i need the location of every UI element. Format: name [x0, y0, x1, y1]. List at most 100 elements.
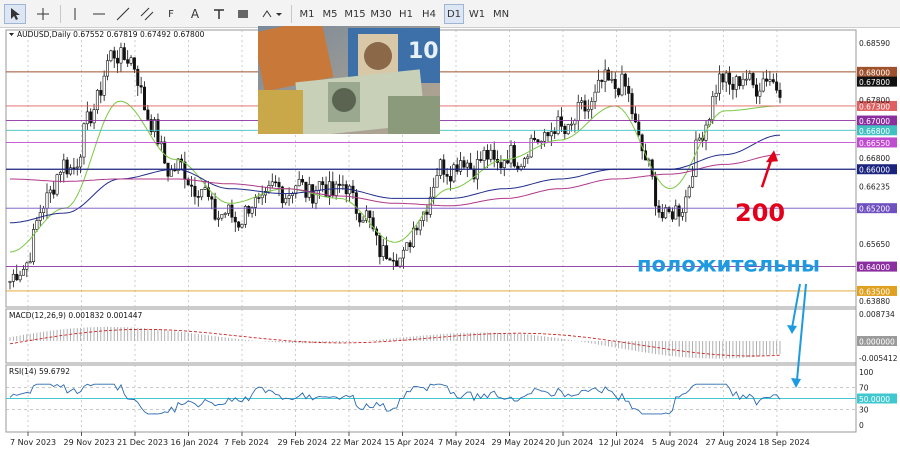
candle-body [28, 261, 32, 264]
price-axis-label: 0.63880 [859, 297, 890, 306]
price-chart[interactable]: 7 Nov 2023 29 Nov 2023 21 Dec 2023 16 Jan 2… [0, 28, 900, 454]
candle-body [253, 197, 257, 208]
candle-body [79, 156, 83, 168]
candle-body [129, 57, 133, 64]
rsi-axis-label: 0 [859, 421, 864, 430]
candle-body [240, 223, 244, 228]
candle-body [314, 190, 318, 204]
candle-body [697, 137, 701, 141]
date-label: 29 May 2024 [492, 438, 544, 447]
candle-body [751, 73, 755, 86]
candle-body [142, 86, 146, 111]
price-axis-label: 0.68590 [859, 39, 890, 48]
candle-body [307, 184, 311, 198]
candle-body [694, 139, 698, 177]
candle-body [11, 273, 15, 282]
timeframe-m15-button[interactable]: M15 [343, 4, 367, 24]
candle-body [388, 258, 392, 261]
candle-body [216, 217, 220, 220]
candle-body [775, 81, 779, 91]
timeframe-mn-button[interactable]: MN [490, 4, 512, 24]
candle-body [368, 210, 372, 218]
timeframe-h4-button[interactable]: H4 [418, 4, 440, 24]
candle-body [237, 221, 241, 228]
level-tag-label: 0.66000 [859, 166, 890, 175]
rsi-axis-label: 100 [859, 368, 874, 377]
candle-body [714, 92, 718, 97]
candle-body [677, 205, 681, 217]
candle-body [35, 220, 39, 230]
candle-body [338, 183, 342, 186]
shapes-menu-button[interactable] [258, 4, 286, 24]
candle-body [102, 75, 106, 96]
horizontal-line-button[interactable] [88, 4, 110, 24]
banknotes-image: 10 [258, 26, 440, 134]
rsi-axis-label: 70 [859, 384, 869, 393]
candle-body [82, 123, 86, 158]
crosshair-tool-button[interactable] [32, 4, 54, 24]
date-label: 5 Aug 2024 [652, 438, 698, 447]
candle-body [664, 207, 668, 219]
text-tool-label: A [190, 7, 200, 21]
candle-body [610, 78, 614, 81]
trendline-button[interactable] [112, 4, 134, 24]
candle-body [482, 149, 486, 161]
candle-body [600, 79, 604, 82]
timeframe-m1-button[interactable]: M1 [297, 4, 317, 24]
candle-body [724, 72, 728, 83]
candle-body [190, 184, 194, 187]
candle-body [435, 175, 439, 188]
candle-body [543, 132, 547, 142]
fibonacci-label: F [168, 8, 174, 20]
candle-body [260, 194, 264, 199]
candle-body [8, 281, 12, 283]
candle-body [196, 196, 200, 198]
candle-body [418, 220, 422, 231]
candle-body [89, 111, 93, 124]
timeframe-label: H4 [422, 8, 436, 20]
date-label: 21 Dec 2023 [117, 438, 168, 447]
macd-axis-label: 0.000000 [859, 338, 895, 347]
candle-body [378, 234, 382, 257]
level-tag-label: 0.67000 [859, 117, 890, 126]
candle-body [580, 100, 584, 103]
date-label: 29 Nov 2023 [64, 438, 115, 447]
timeframe-w1-button[interactable]: W1 [467, 4, 487, 24]
timeframe-m30-button[interactable]: M30 [369, 4, 393, 24]
timeframe-m5-button[interactable]: M5 [319, 4, 341, 24]
timeframe-h1-button[interactable]: H1 [396, 4, 416, 24]
candle-body [556, 116, 560, 134]
candle-body [438, 159, 442, 176]
toolbar-separator [60, 5, 61, 23]
current-price-label: 0.67800 [859, 78, 890, 87]
level-tag-label: 0.65200 [859, 205, 890, 214]
fibonacci-button[interactable]: F [160, 4, 182, 24]
price-axis-label: 0.67800 [859, 96, 890, 105]
candle-body [213, 198, 217, 220]
candle-body [233, 216, 237, 223]
rectangle-button[interactable] [232, 4, 254, 24]
timeframe-label: M5 [322, 8, 338, 20]
candle-body [627, 85, 631, 94]
candle-body [405, 242, 409, 251]
candle-body [499, 162, 503, 168]
macd-axis-label: 0.008734 [859, 310, 895, 319]
positive-annotation: положительны [637, 253, 820, 277]
channel-button[interactable] [136, 4, 158, 24]
text-tool-button[interactable]: A [184, 4, 206, 24]
vertical-line-button[interactable] [64, 4, 86, 24]
candle-body [637, 121, 641, 136]
candle-body [122, 47, 126, 60]
candle-body [304, 181, 308, 198]
candle-body [492, 149, 496, 160]
candle-body [119, 47, 123, 64]
date-label: 18 Sep 2024 [759, 438, 810, 447]
candle-body [465, 162, 469, 168]
candle-body [385, 245, 389, 260]
text-label-button[interactable] [208, 4, 230, 24]
timeframe-d1-button[interactable]: D1 [444, 4, 464, 24]
candle-body [748, 73, 752, 80]
trendline-icon [116, 7, 130, 21]
candle-body [247, 206, 251, 214]
cursor-tool-button[interactable] [4, 4, 26, 24]
